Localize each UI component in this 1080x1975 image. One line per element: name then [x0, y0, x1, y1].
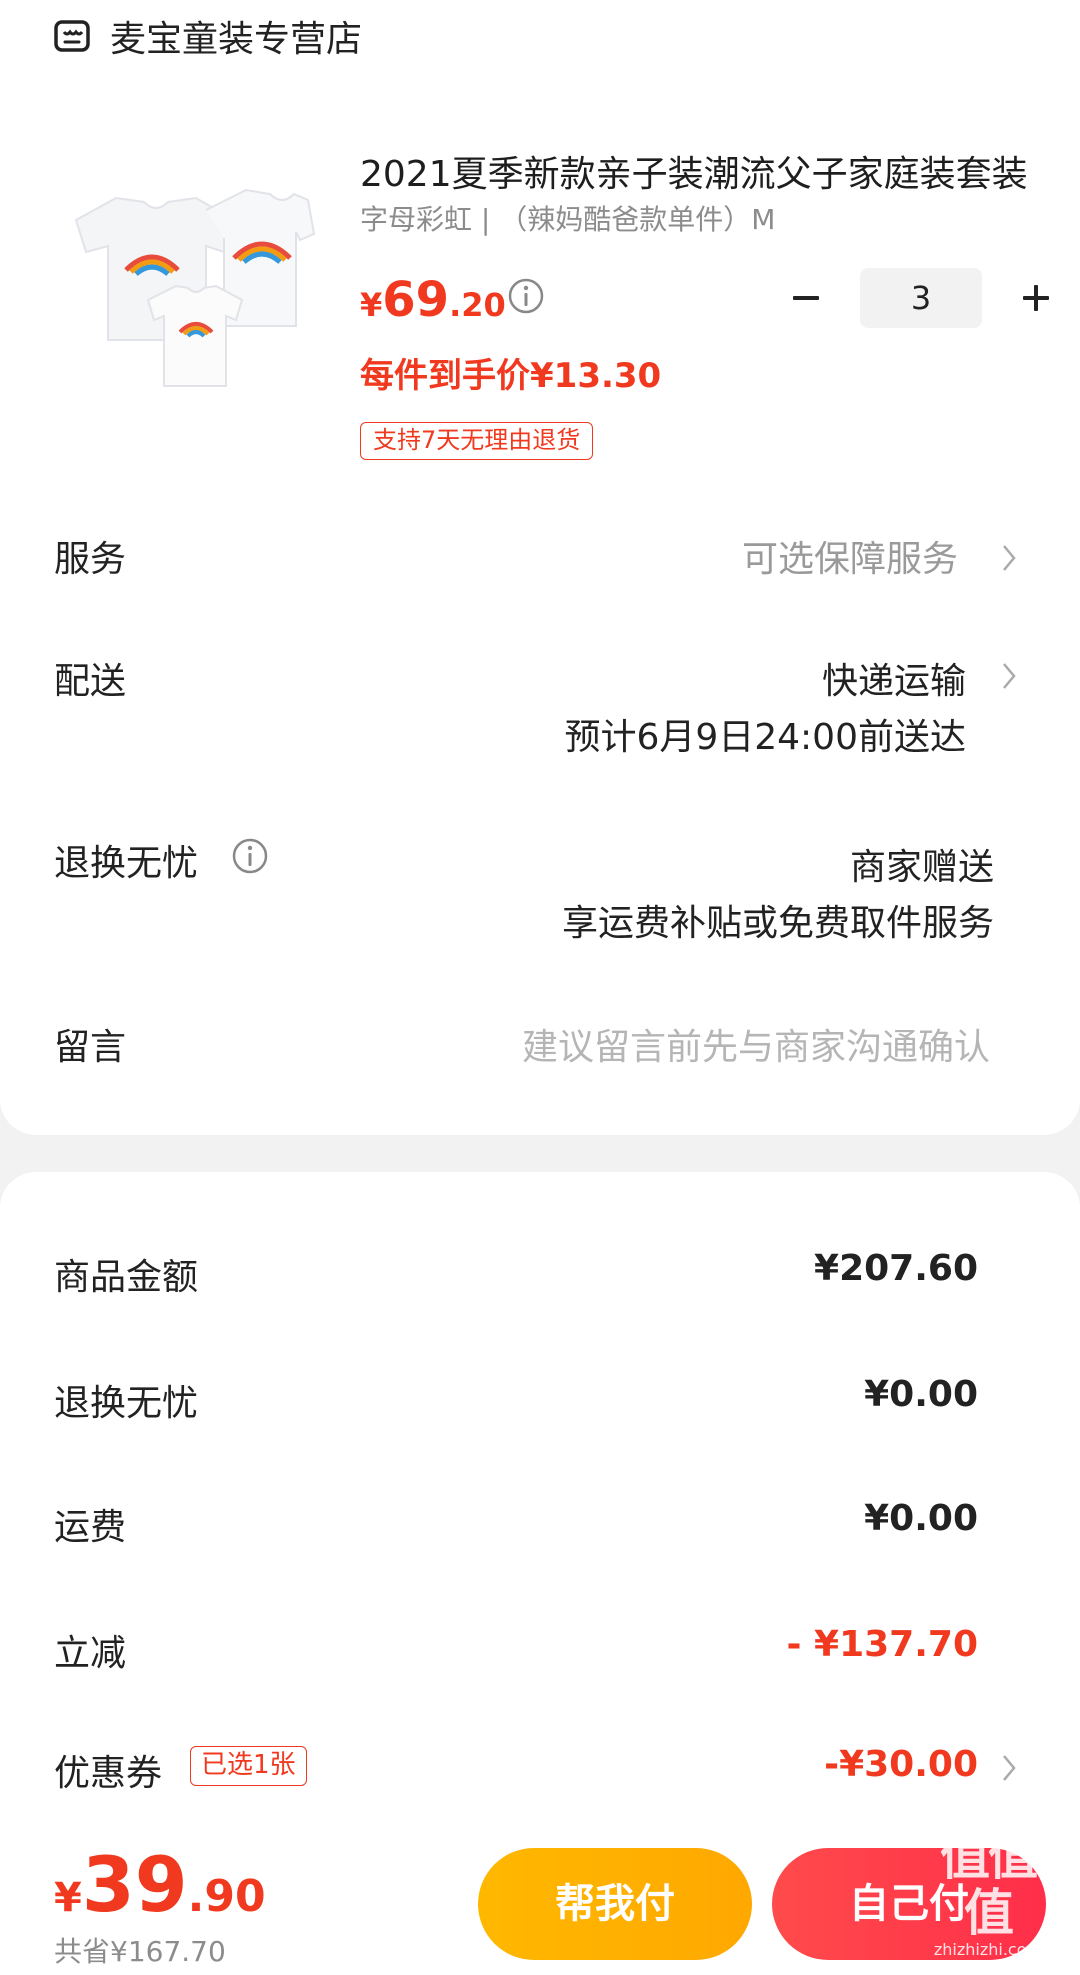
product-thumbnail[interactable] [56, 150, 316, 410]
store-header[interactable]: 麦宝童装专营店 [52, 14, 362, 60]
coupon-label: 优惠券 [54, 1753, 163, 1794]
checkout-bar: ¥ 39 .90 共省¥167.70 帮我付 自己付 值值值 zhizhizhi… [0, 1829, 1080, 1975]
service-label: 服务 [54, 539, 127, 580]
unit-price: 每件到手价¥13.30 [360, 356, 662, 396]
return-fee-value: ¥0.00 [864, 1374, 978, 1415]
return-policy-tag: 支持7天无理由退货 [360, 422, 594, 460]
chevron-right-icon[interactable] [1000, 660, 1020, 692]
shipping-value: ¥0.00 [864, 1498, 978, 1539]
increase-button[interactable] [1010, 272, 1062, 324]
watermark-logo: 值值值 [940, 1828, 1038, 1942]
total-saved: 共省¥167.70 [54, 1935, 226, 1968]
return-label: 退换无忧 [54, 843, 199, 884]
goods-amount-label: 商品金额 [54, 1257, 199, 1298]
help-pay-button[interactable]: 帮我付 [478, 1848, 752, 1960]
discount-value: - ¥137.70 [786, 1624, 978, 1665]
store-icon [54, 20, 90, 52]
coupon-value[interactable]: -¥30.00 [824, 1744, 978, 1785]
info-icon[interactable] [506, 276, 546, 316]
delivery-method[interactable]: 快递运输 [822, 652, 966, 704]
price-decimal: .20 [449, 286, 506, 324]
chevron-right-icon[interactable] [1000, 1752, 1020, 1784]
service-value[interactable]: 可选保障服务 [742, 530, 958, 582]
coupon-badge: 已选1张 [190, 1746, 307, 1786]
delivery-label: 配送 [54, 661, 127, 702]
return-value: 商家赠送 [849, 847, 994, 888]
quantity-stepper: 3 [780, 268, 1062, 328]
store-name: 麦宝童装专营店 [110, 19, 363, 60]
total-price: ¥ 39 .90 [54, 1840, 266, 1929]
delivery-eta: 预计6月9日24:00前送达 [564, 717, 966, 758]
product-price: ¥ 69 .20 [360, 272, 506, 328]
plus-icon [1023, 285, 1049, 311]
note-label: 留言 [54, 1027, 127, 1068]
discount-label: 立减 [54, 1633, 127, 1674]
chevron-right-icon[interactable] [1000, 542, 1020, 574]
watermark-url: zhizhizhi.com [933, 1940, 1043, 1959]
decrease-button[interactable] [780, 272, 832, 324]
return-description: 享运费补贴或免费取件服务 [561, 903, 994, 944]
total-decimal: .90 [187, 1871, 266, 1922]
watermark: 值值值 zhizhizhi.com [918, 1829, 1058, 1959]
total-currency: ¥ [54, 1875, 82, 1921]
info-icon[interactable] [230, 836, 270, 876]
return-fee-label: 退换无忧 [54, 1383, 199, 1424]
note-input[interactable]: 建议留言前先与商家沟通确认 [522, 1018, 990, 1070]
price-currency: ¥ [360, 286, 383, 324]
quantity-input[interactable]: 3 [860, 268, 982, 328]
shipping-label: 运费 [54, 1507, 127, 1548]
order-item-card: 麦宝童装专营店 2021夏季新款亲子装潮流父子家庭装套装 字母彩虹 | （辣妈酷… [0, 0, 1080, 1135]
product-title[interactable]: 2021夏季新款亲子装潮流父子家庭装套装 [360, 145, 1040, 197]
product-spec[interactable]: 字母彩虹 | （辣妈酷爸款单件）M [360, 198, 775, 238]
minus-icon [793, 296, 819, 300]
total-integer: 39 [81, 1840, 188, 1929]
goods-amount-value: ¥207.60 [814, 1248, 978, 1289]
price-integer: 69 [382, 272, 450, 328]
